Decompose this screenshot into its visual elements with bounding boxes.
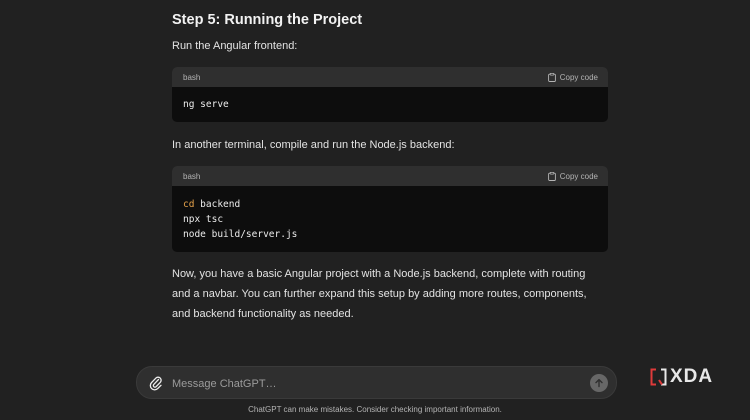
step-heading: Step 5: Running the Project bbox=[172, 12, 363, 28]
instruction-frontend: Run the Angular frontend: bbox=[172, 40, 298, 52]
code-block-header: bash Copy code bbox=[172, 166, 608, 186]
copy-code-button[interactable]: Copy code bbox=[547, 72, 598, 82]
disclaimer-text: ChatGPT can make mistakes. Consider chec… bbox=[248, 405, 502, 414]
code-line: backend bbox=[194, 199, 241, 210]
code-content: ng serve bbox=[172, 87, 608, 121]
chat-page: Step 5: Running the Project Run the Angu… bbox=[0, 0, 750, 420]
code-keyword: cd bbox=[183, 199, 195, 210]
code-block-header: bash Copy code bbox=[172, 67, 608, 87]
copy-code-button[interactable]: Copy code bbox=[547, 171, 598, 181]
xda-logo-icon bbox=[650, 368, 667, 385]
clipboard-icon bbox=[547, 171, 556, 181]
code-line: node build/server.js bbox=[183, 229, 298, 240]
send-button[interactable] bbox=[590, 374, 608, 392]
code-line: npx tsc bbox=[183, 214, 224, 225]
message-composer bbox=[136, 366, 617, 399]
code-block-backend: bash Copy code cd backend npx tsc node b… bbox=[172, 166, 608, 252]
code-block-frontend: bash Copy code ng serve bbox=[172, 67, 608, 122]
clipboard-icon bbox=[547, 72, 556, 82]
xda-text: XDA bbox=[670, 366, 714, 387]
code-line: ng serve bbox=[183, 99, 229, 110]
code-content: cd backend npx tsc node build/server.js bbox=[172, 186, 608, 251]
message-input[interactable] bbox=[170, 373, 574, 395]
code-language-label: bash bbox=[183, 171, 201, 181]
copy-code-label: Copy code bbox=[559, 171, 598, 181]
summary-paragraph: Now, you have a basic Angular project wi… bbox=[172, 268, 587, 320]
copy-code-label: Copy code bbox=[559, 72, 598, 82]
instruction-backend: In another terminal, compile and run the… bbox=[172, 139, 455, 151]
paperclip-icon[interactable] bbox=[149, 375, 163, 391]
arrow-up-icon bbox=[595, 378, 603, 388]
xda-watermark: XDA bbox=[650, 366, 713, 388]
code-language-label: bash bbox=[183, 72, 201, 82]
